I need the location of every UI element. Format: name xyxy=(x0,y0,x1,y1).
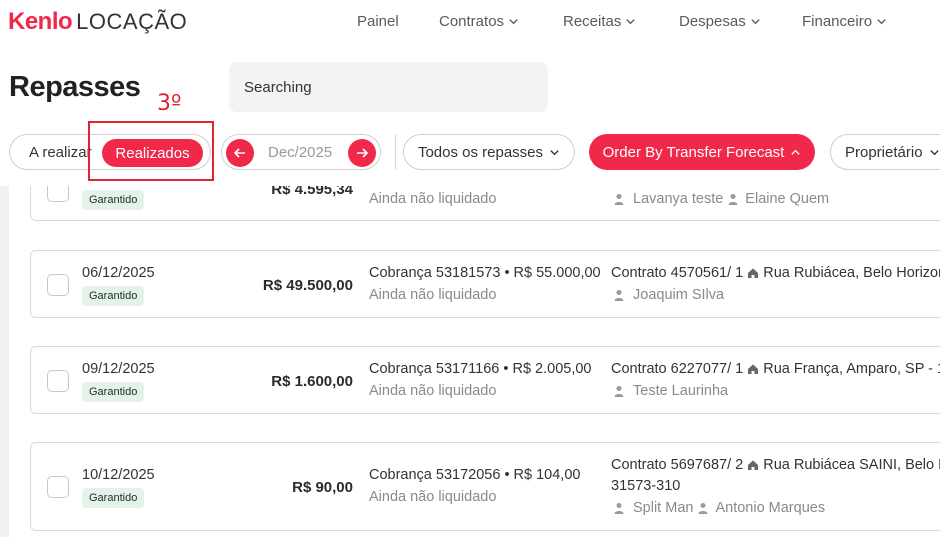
transfer-amount: R$ 90,00 xyxy=(292,479,353,496)
row-checkbox[interactable] xyxy=(47,186,69,202)
settlement-status: Ainda não liquidado xyxy=(369,191,497,207)
person-name: Teste Laurinha xyxy=(633,383,729,399)
transfer-date: 09/12/2025 xyxy=(82,361,155,377)
step-annotation: 3º xyxy=(157,91,182,116)
settlement-status: Ainda não liquidado xyxy=(369,489,497,505)
nav-item-label: Contratos xyxy=(439,13,505,30)
list-scroll-gutter xyxy=(0,186,9,537)
person-icon xyxy=(698,503,708,514)
person-name: Lavanya teste xyxy=(633,191,724,207)
filters-divider xyxy=(395,134,396,170)
person-icon xyxy=(614,290,624,301)
nav-item-contratos[interactable]: Contratos xyxy=(439,13,519,30)
person-name: Joaquim SIlva xyxy=(633,287,725,303)
contract-info[interactable]: Contrato 4570561/ 1 Rua Rubiácea, Belo H… xyxy=(611,265,940,281)
nav-item-receitas[interactable]: Receitas xyxy=(563,13,636,30)
property-address: Rua França, Amparo, SP - 139 xyxy=(763,361,940,377)
arrow-left-icon xyxy=(233,148,245,158)
nav-item-label: Receitas xyxy=(563,13,622,30)
transfer-amount: R$ 4.595,34 xyxy=(271,186,353,198)
owner-dropdown[interactable]: Proprietário xyxy=(830,134,940,170)
transfers-list: Garantido R$ 4.595,34 Ainda não liquidad… xyxy=(0,186,940,537)
home-icon xyxy=(748,268,759,278)
contract-number: Contrato 5697687/ 2 xyxy=(611,457,744,473)
guaranteed-badge: Garantido xyxy=(82,488,145,508)
transfer-row[interactable]: 10/12/2025 Garantido R$ 90,00 Cobrança 5… xyxy=(30,442,940,531)
property-address: Rua Rubiácea SAINI, Belo Ho xyxy=(763,457,940,473)
top-navigation-bar: Kenlo LOCAÇÃO Painel Contratos Receitas … xyxy=(0,0,940,44)
property-address-continued: 31573-310 xyxy=(611,478,681,494)
nav-item-painel[interactable]: Painel xyxy=(357,13,399,30)
guaranteed-badge: Garantido xyxy=(82,190,145,210)
main-nav: Painel Contratos Receitas Despesas Finan… xyxy=(0,13,940,33)
settlement-status: Ainda não liquidado xyxy=(369,383,497,399)
contract-info[interactable]: Contrato 5697687/ 2 Rua Rubiácea SAINI, … xyxy=(611,457,940,473)
charge-info: Cobrança 53171166 • R$ 2.005,00 xyxy=(369,361,592,377)
toggle-option-a-realizar[interactable]: A realizar xyxy=(29,144,92,161)
transfer-date: 06/12/2025 xyxy=(82,265,155,281)
charge-info: Cobrança 53181573 • R$ 55.000,00 xyxy=(369,265,601,281)
period-selector: Dec/2025 xyxy=(221,134,381,170)
transfer-row[interactable]: Garantido R$ 4.595,34 Ainda não liquidad… xyxy=(30,186,940,221)
row-checkbox[interactable] xyxy=(47,274,69,296)
order-by-label: Order By Transfer Forecast xyxy=(602,143,785,161)
contract-number: Contrato 4570561/ 1 xyxy=(611,265,744,281)
transfer-amount: R$ 1.600,00 xyxy=(271,373,353,390)
chevron-down-icon xyxy=(929,149,939,155)
page-title: Repasses xyxy=(9,71,141,103)
arrow-right-icon xyxy=(357,148,369,158)
guaranteed-badge: Garantido xyxy=(82,382,145,402)
chevron-down-icon xyxy=(626,19,636,25)
all-transfers-dropdown[interactable]: Todos os repasses xyxy=(403,134,575,170)
person-icon xyxy=(614,386,624,397)
order-by-button[interactable]: Order By Transfer Forecast xyxy=(589,134,815,170)
person-name: Split Man xyxy=(633,500,694,516)
nav-item-label: Financeiro xyxy=(802,13,873,30)
search-input[interactable] xyxy=(229,62,548,112)
person-icon xyxy=(614,194,624,205)
previous-month-button[interactable] xyxy=(226,139,254,167)
nav-item-financeiro[interactable]: Financeiro xyxy=(802,13,887,30)
chevron-up-icon xyxy=(791,149,801,155)
person-name: Elaine Quem xyxy=(745,191,830,207)
chevron-down-icon xyxy=(550,149,559,155)
people-list: Teste Laurinha xyxy=(611,383,728,399)
person-icon xyxy=(728,194,738,205)
period-label: Dec/2025 xyxy=(268,144,333,161)
contract-info[interactable]: Contrato 6227077/ 1 Rua França, Amparo, … xyxy=(611,361,940,377)
person-name: Antonio Marques xyxy=(715,500,826,516)
nav-item-despesas[interactable]: Despesas xyxy=(679,13,761,30)
transfer-row[interactable]: 06/12/2025 Garantido R$ 49.500,00 Cobran… xyxy=(30,250,940,318)
transfer-amount: R$ 49.500,00 xyxy=(262,277,353,294)
charge-info: Cobrança 53172056 • R$ 104,00 xyxy=(369,467,581,483)
chevron-down-icon xyxy=(877,19,886,25)
row-checkbox[interactable] xyxy=(47,370,69,392)
transfer-row[interactable]: 09/12/2025 Garantido R$ 1.600,00 Cobranç… xyxy=(30,346,940,414)
settlement-status: Ainda não liquidado xyxy=(369,287,497,303)
guaranteed-badge: Garantido xyxy=(82,286,145,306)
person-icon xyxy=(614,503,624,514)
all-transfers-label: Todos os repasses xyxy=(417,143,544,161)
property-address: Rua Rubiácea, Belo Horizonte xyxy=(763,265,940,281)
row-checkbox[interactable] xyxy=(47,476,69,498)
highlight-frame xyxy=(88,121,214,181)
next-month-button[interactable] xyxy=(348,139,376,167)
nav-item-label: Painel xyxy=(357,13,399,30)
nav-item-label: Despesas xyxy=(679,13,746,30)
owner-label: Proprietário xyxy=(845,143,923,161)
chevron-down-icon xyxy=(751,19,760,25)
home-icon xyxy=(748,364,759,374)
chevron-down-icon xyxy=(509,19,518,25)
people-list: Joaquim SIlva xyxy=(611,287,724,303)
transfer-date: 10/12/2025 xyxy=(82,467,155,483)
contract-number: Contrato 6227077/ 1 xyxy=(611,361,744,377)
people-list: Split Man Antonio Marques xyxy=(611,500,825,516)
home-icon xyxy=(748,460,759,470)
people-list: Lavanya teste Elaine Quem xyxy=(611,191,829,207)
